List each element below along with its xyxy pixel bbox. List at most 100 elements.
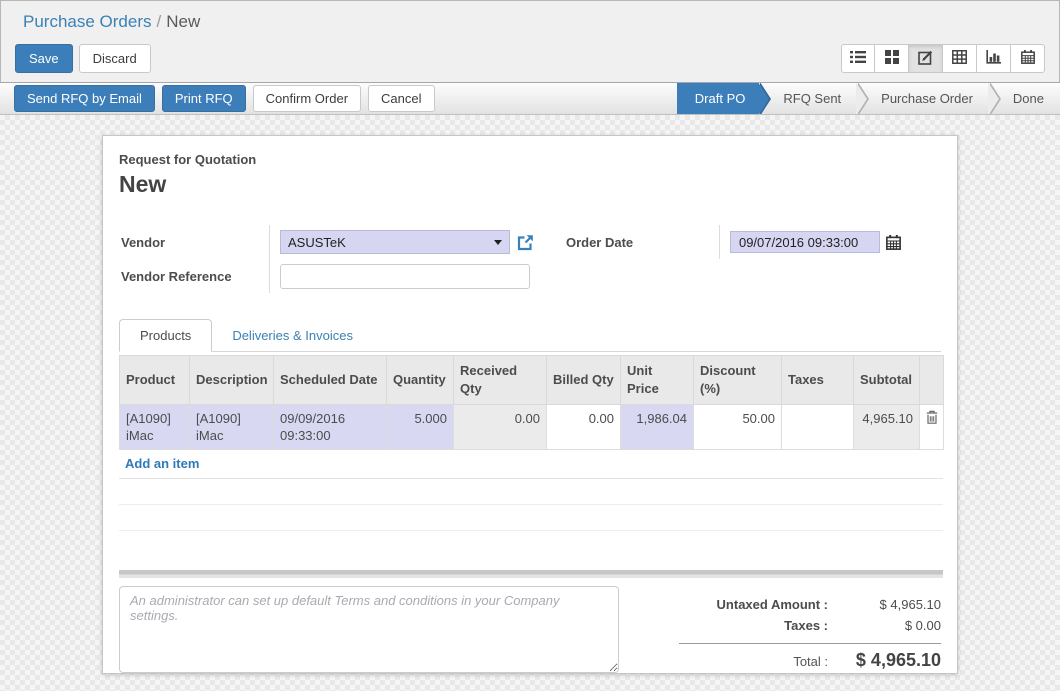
- cell-received-qty: 0.00: [454, 405, 547, 450]
- form-view-icon: [918, 50, 933, 68]
- add-item-row: Add an item: [119, 450, 943, 479]
- form-sheet: Request for Quotation New Vendor ASUSTeK…: [102, 135, 958, 674]
- total-row: Total : $ 4,965.10: [679, 650, 941, 672]
- untaxed-amount-value: $ 4,965.10: [828, 594, 941, 615]
- pivot-view-button[interactable]: [943, 44, 977, 73]
- cell-taxes[interactable]: [782, 405, 854, 450]
- col-header-actions: [920, 356, 944, 405]
- untaxed-amount-label: Untaxed Amount :: [717, 594, 828, 615]
- view-switcher: [841, 44, 1045, 73]
- col-header-taxes: Taxes: [782, 356, 854, 405]
- table-row: [A1090] iMac [A1090] iMac 09/09/2016 09:…: [120, 405, 944, 450]
- cell-unit-price[interactable]: 1,986.04: [621, 405, 694, 450]
- cell-description[interactable]: [A1090] iMac: [190, 405, 274, 450]
- empty-line[interactable]: [119, 531, 943, 557]
- graph-view-icon: [986, 50, 1002, 67]
- vendor-reference-cell: [269, 259, 546, 293]
- col-header-description: Description: [190, 356, 274, 405]
- form-actions-row: Save Discard: [1, 36, 1059, 82]
- save-button[interactable]: Save: [15, 44, 73, 73]
- total-label: Total :: [793, 651, 828, 672]
- graph-view-button[interactable]: [977, 44, 1011, 73]
- group-separator: [119, 570, 943, 578]
- vendor-row: Vendor ASUSTeK: [119, 225, 546, 259]
- vendor-reference-input[interactable]: [280, 264, 530, 289]
- taxes-row: Taxes : $ 0.00: [679, 615, 941, 636]
- add-an-item-link[interactable]: Add an item: [125, 456, 199, 471]
- trash-icon: [926, 412, 938, 427]
- cell-subtotal: 4,965.10: [854, 405, 920, 450]
- order-date-cell: [719, 225, 941, 259]
- delete-row-button[interactable]: [920, 405, 944, 450]
- table-header-row: Product Description Scheduled Date Quant…: [120, 356, 944, 405]
- list-view-icon: [850, 50, 866, 67]
- list-view-button[interactable]: [841, 44, 875, 73]
- cell-scheduled-date[interactable]: 09/09/2016 09:33:00: [274, 405, 387, 450]
- send-rfq-by-email-button[interactable]: Send RFQ by Email: [14, 85, 155, 112]
- breadcrumb-current: New: [166, 12, 200, 31]
- confirm-order-button[interactable]: Confirm Order: [253, 85, 361, 112]
- total-value: $ 4,965.10: [828, 650, 941, 671]
- col-header-billed-qty: Billed Qty: [547, 356, 621, 405]
- discard-button[interactable]: Discard: [79, 44, 151, 73]
- vendor-label: Vendor: [119, 235, 269, 250]
- vendor-reference-label: Vendor Reference: [119, 269, 269, 284]
- form-background: Request for Quotation New Vendor ASUSTeK…: [0, 115, 1060, 691]
- vendor-select-value: ASUSTeK: [288, 235, 494, 250]
- taxes-label: Taxes :: [784, 615, 828, 636]
- breadcrumb: Purchase Orders/New: [1, 1, 1059, 36]
- vendor-cell: ASUSTeK: [269, 225, 546, 259]
- col-header-product: Product: [120, 356, 190, 405]
- kanban-view-button[interactable]: [875, 44, 909, 73]
- chevron-down-icon: [494, 240, 502, 245]
- totals-block: Untaxed Amount : $ 4,965.10 Taxes : $ 0.…: [679, 594, 941, 673]
- top-chrome: Purchase Orders/New Save Discard: [0, 0, 1060, 82]
- vendor-reference-row: Vendor Reference: [119, 259, 546, 293]
- breadcrumb-parent-link[interactable]: Purchase Orders: [23, 12, 152, 31]
- col-header-scheduled-date: Scheduled Date: [274, 356, 387, 405]
- terms-and-conditions-textarea[interactable]: [119, 586, 619, 673]
- statusbar: Send RFQ by Email Print RFQ Confirm Orde…: [0, 82, 1060, 115]
- col-header-unit-price: Unit Price: [621, 356, 694, 405]
- col-header-received-qty: Received Qty: [454, 356, 547, 405]
- bottom-section: Untaxed Amount : $ 4,965.10 Taxes : $ 0.…: [119, 586, 941, 673]
- status-step-purchase-order[interactable]: Purchase Order: [857, 83, 989, 114]
- cancel-button[interactable]: Cancel: [368, 85, 434, 112]
- page-title: New: [119, 171, 941, 198]
- cell-billed-qty: 0.00: [547, 405, 621, 450]
- totals-divider: [679, 643, 941, 644]
- order-lines-table: Product Description Scheduled Date Quant…: [119, 355, 944, 450]
- cell-quantity[interactable]: 5.000: [387, 405, 454, 450]
- order-date-label: Order Date: [546, 235, 719, 250]
- order-date-row: Order Date: [546, 225, 941, 259]
- external-link-icon[interactable]: [517, 234, 534, 251]
- calendar-icon[interactable]: [886, 235, 901, 250]
- cell-discount[interactable]: 50.00: [694, 405, 782, 450]
- empty-line[interactable]: [119, 505, 943, 531]
- order-date-input[interactable]: [730, 231, 880, 253]
- col-header-discount: Discount (%): [694, 356, 782, 405]
- status-step-rfq-sent[interactable]: RFQ Sent: [759, 83, 857, 114]
- form-view-button[interactable]: [909, 44, 943, 73]
- tab-products[interactable]: Products: [119, 319, 212, 352]
- document-type-label: Request for Quotation: [119, 152, 941, 167]
- tab-deliveries-invoices[interactable]: Deliveries & Invoices: [212, 320, 373, 351]
- notebook-tabs: Products Deliveries & Invoices: [119, 317, 941, 352]
- taxes-value: $ 0.00: [828, 615, 941, 636]
- empty-line[interactable]: [119, 479, 943, 505]
- calendar-view-button[interactable]: [1011, 44, 1045, 73]
- untaxed-amount-row: Untaxed Amount : $ 4,965.10: [679, 594, 941, 615]
- kanban-view-icon: [885, 50, 899, 67]
- col-header-subtotal: Subtotal: [854, 356, 920, 405]
- cell-product[interactable]: [A1090] iMac: [120, 405, 190, 450]
- vendor-select[interactable]: ASUSTeK: [280, 230, 510, 254]
- breadcrumb-separator: /: [152, 12, 167, 31]
- calendar-view-icon: [1021, 50, 1035, 67]
- print-rfq-button[interactable]: Print RFQ: [162, 85, 246, 112]
- form-right-column: Order Date: [546, 225, 941, 293]
- form-fields: Vendor ASUSTeK Vendor Reference: [119, 225, 941, 293]
- pivot-view-icon: [952, 50, 967, 67]
- status-steps: Draft PO RFQ Sent Purchase Order Done: [677, 83, 1060, 114]
- form-left-column: Vendor ASUSTeK Vendor Reference: [119, 225, 546, 293]
- status-step-draft-po[interactable]: Draft PO: [677, 83, 760, 114]
